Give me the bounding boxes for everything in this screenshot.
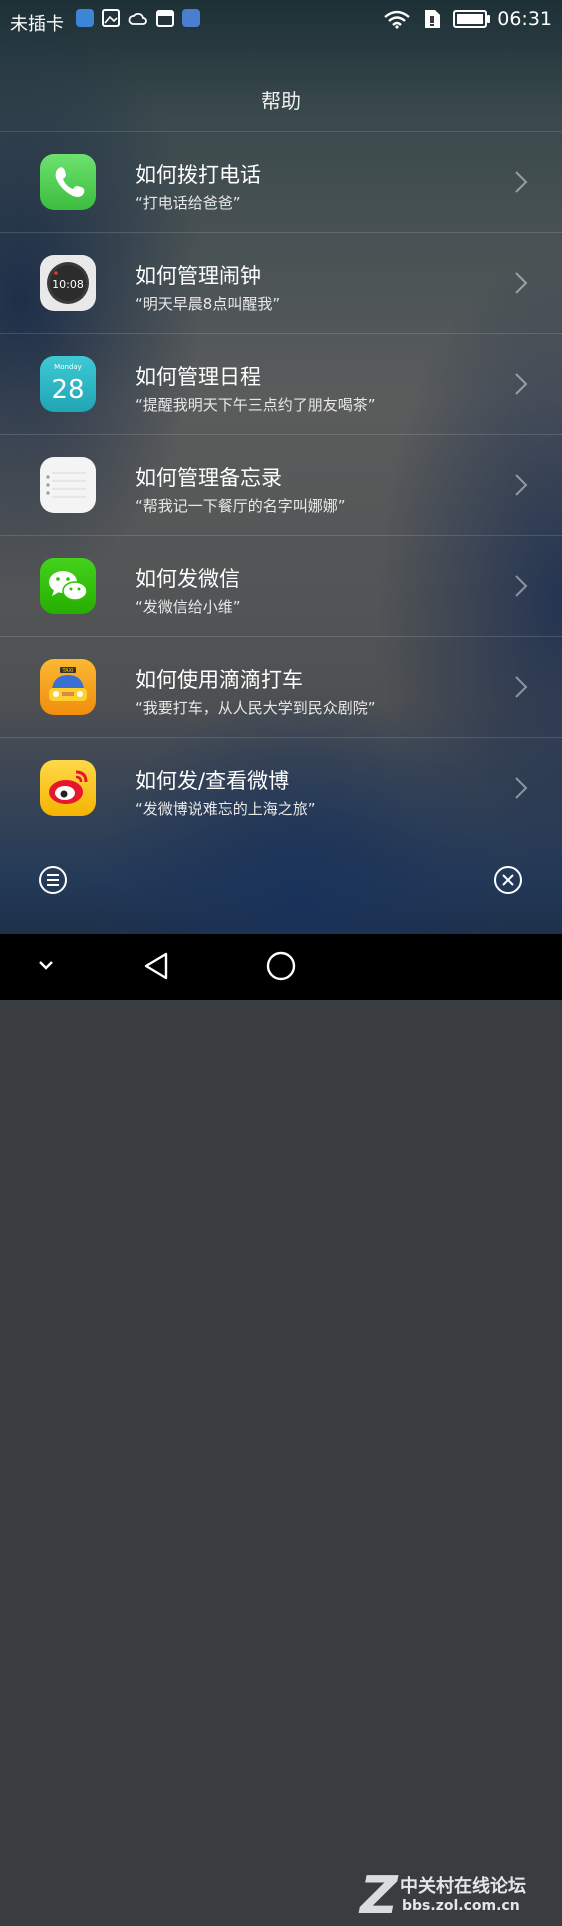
item-title: 如何发微信 [135, 567, 240, 591]
item-example: “打电话给爸爸” [135, 194, 241, 212]
clock-icon-time: 10:08 [52, 278, 84, 291]
list-item-notes[interactable]: 如何管理备忘录 “帮我记一下餐厅的名字叫娜娜” [0, 435, 562, 536]
item-title: 如何管理日程 [135, 365, 261, 389]
image-notification-icon [102, 9, 120, 27]
weibo-app-icon [40, 760, 96, 816]
battery-icon [453, 10, 491, 28]
calendar-icon-date: 28 [51, 375, 84, 405]
home-icon[interactable] [265, 950, 297, 982]
list-item-alarm[interactable]: 10:08 如何管理闹钟 “明天早晨8点叫醒我” [0, 233, 562, 334]
item-example: “提醒我明天下午三点约了朋友喝茶” [135, 396, 376, 414]
item-example: “帮我记一下餐厅的名字叫娜娜” [135, 497, 346, 515]
zol-watermark: Z 中关村在线论坛 bbs.zol.com.cn [360, 1866, 560, 1926]
list-item-phone[interactable]: 如何拨打电话 “打电话给爸爸” [0, 132, 562, 233]
watermark-brand: 中关村在线论坛 [400, 1876, 526, 1897]
chevron-right-icon [515, 171, 528, 193]
list-item-weibo[interactable]: 如何发/查看微博 “发微博说难忘的上海之旅” [0, 738, 562, 817]
phone-app-icon [40, 154, 96, 210]
notification-app-icon [76, 9, 94, 27]
clock-time: 06:31 [497, 8, 552, 30]
list-item-calendar[interactable]: Monday 28 如何管理日程 “提醒我明天下午三点约了朋友喝茶” [0, 334, 562, 435]
security-shield-icon [182, 9, 200, 27]
close-icon[interactable] [493, 865, 523, 895]
wifi-icon [384, 10, 411, 29]
hide-navbar-chevron-icon[interactable] [36, 950, 56, 980]
item-title: 如何管理备忘录 [135, 466, 282, 490]
chevron-right-icon [515, 474, 528, 496]
weather-cloud-icon [128, 13, 147, 25]
item-example: “发微博说难忘的上海之旅” [135, 800, 316, 817]
carrier-label: 未插卡 [10, 14, 64, 35]
menu-icon[interactable] [38, 865, 68, 895]
list-item-didi-taxi[interactable]: TAXI 如何使用滴滴打车 “我要打车，从人民大学到民众剧院” [0, 637, 562, 738]
chevron-right-icon [515, 272, 528, 294]
chevron-right-icon [515, 777, 528, 799]
wechat-app-icon [40, 558, 96, 614]
no-sim-icon [425, 10, 441, 28]
chevron-right-icon [515, 676, 528, 698]
item-title: 如何管理闹钟 [135, 264, 261, 288]
page-title: 帮助 [261, 89, 301, 113]
didi-taxi-app-icon: TAXI [40, 659, 96, 715]
item-title: 如何拨打电话 [135, 163, 261, 187]
watermark-url: bbs.zol.com.cn [402, 1898, 520, 1914]
bottom-toolbar [0, 840, 562, 920]
item-example: “我要打车，从人民大学到民众剧院” [135, 699, 376, 717]
taxi-sign-text: TAXI [62, 668, 74, 674]
item-title: 如何使用滴滴打车 [135, 668, 303, 692]
chevron-right-icon [515, 575, 528, 597]
notes-app-icon [40, 457, 96, 513]
calendar-app-icon: Monday 28 [40, 356, 96, 412]
help-list: 如何拨打电话 “打电话给爸爸” 10:08 如何管理闹钟 “明天早晨8点叫醒我”… [0, 131, 562, 817]
calendar-notification-icon [156, 10, 174, 27]
chevron-right-icon [515, 373, 528, 395]
item-example: “发微信给小维” [135, 598, 241, 616]
watermark-logo-letter: Z [360, 1866, 398, 1926]
item-example: “明天早晨8点叫醒我” [135, 295, 281, 313]
status-bar: 未插卡 06:31 [0, 0, 562, 40]
list-item-wechat[interactable]: 如何发微信 “发微信给小维” [0, 536, 562, 637]
clock-app-icon: 10:08 [40, 255, 96, 311]
back-icon[interactable] [142, 950, 172, 982]
calendar-icon-day: Monday [54, 363, 82, 371]
navigation-bar: Z 中关村在线论坛 bbs.zol.com.cn [0, 934, 562, 1926]
item-title: 如何发/查看微博 [135, 769, 290, 793]
